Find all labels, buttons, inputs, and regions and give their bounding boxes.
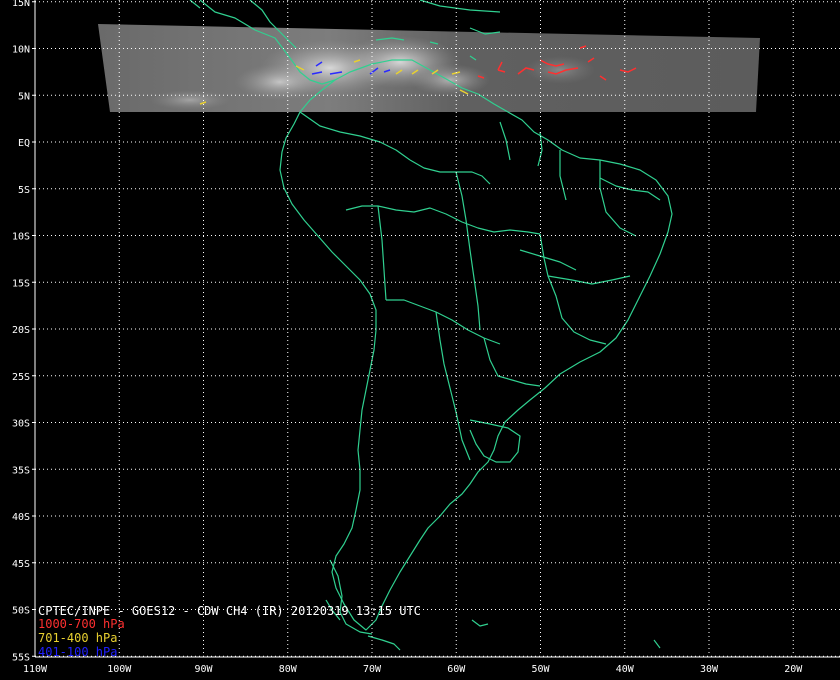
latitude-tick-label: 30S [12,419,30,430]
latitude-tick-label: 55S [12,652,30,663]
latitude-tick-label: 45S [12,559,30,570]
longitude-tick-label: 100W [107,664,132,675]
longitude-tick-label: 80W [279,664,298,675]
latitude-tick-label: 20S [12,325,30,336]
longitude-tick-label: 30W [700,664,719,675]
map-title: CPTEC/INPE - GOES12 - CDW CH4 (IR) 20120… [38,604,421,618]
latitude-tick-label: 40S [12,512,30,523]
legend-item-low-level: 1000-700 hPa [38,617,125,631]
latitude-tick-label: 10S [12,232,30,243]
latitude-tick-label: 15N [12,0,30,9]
latitude-tick-label: 25S [12,372,30,383]
satellite-imagery-strip [98,24,760,112]
legend-item-high-level: 401-100 hPa [38,645,118,659]
longitude-tick-label: 40W [616,664,635,675]
legend-item-mid-level: 701-400 hPa [38,631,118,645]
latitude-tick-label: 50S [12,606,30,617]
latitude-tick-label: EQ [18,138,30,149]
latitude-tick-label: 15S [12,278,30,289]
longitude-tick-label: 50W [531,664,550,675]
latitude-tick-label: 10N [12,45,30,56]
latitude-tick-label: 35S [12,465,30,476]
longitude-tick-label: 90W [194,664,213,675]
longitude-tick-label: 110W [23,664,48,675]
longitude-tick-label: 60W [447,664,466,675]
latitude-tick-label: 5S [18,185,30,196]
longitude-tick-label: 20W [784,664,803,675]
satellite-map: 15N 10N 5N EQ 5S 10S 15S 20S 25S 30S 35S 40S 45S 50S 5… [0,0,840,680]
longitude-tick-label: 70W [363,664,382,675]
latitude-tick-label: 5N [18,91,30,102]
